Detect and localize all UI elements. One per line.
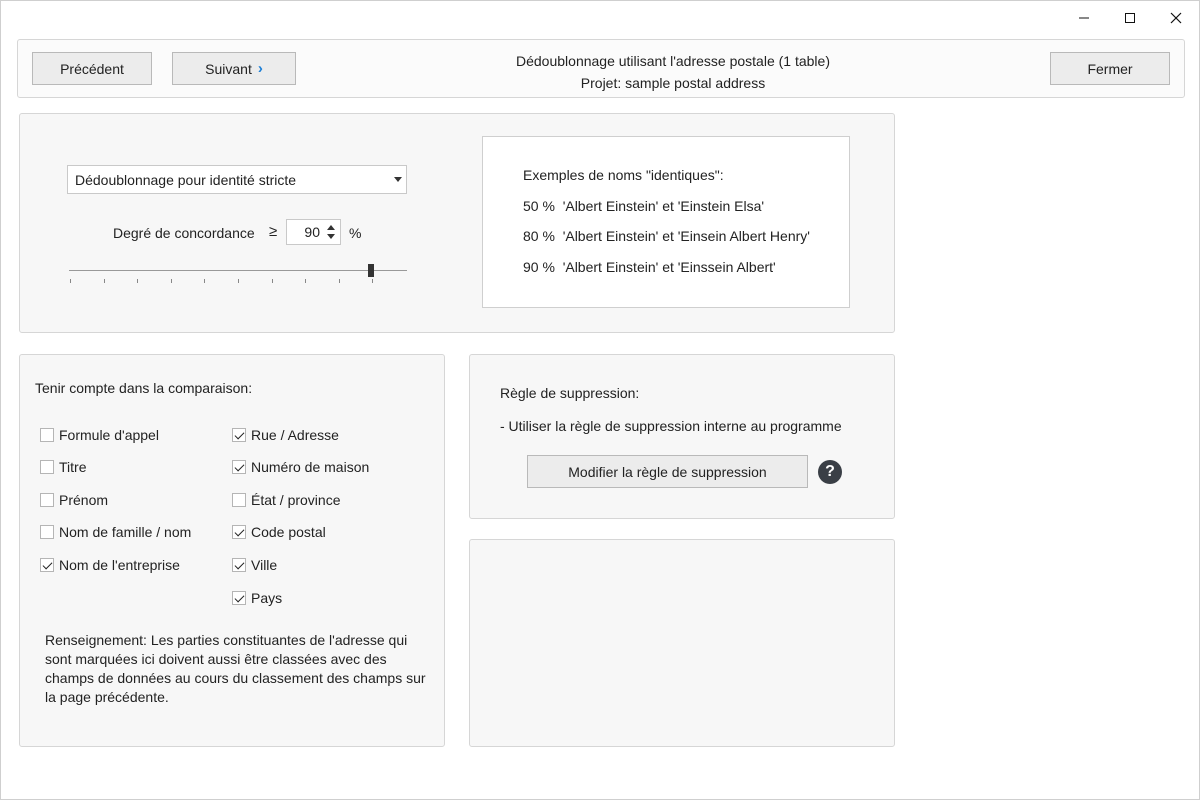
wizard-header: Précédent Suivant › Dédoublonnage utilis… [17, 39, 1185, 98]
dedup-mode-value: Dédoublonnage pour identité stricte [75, 171, 297, 188]
examples-title: Exemples de noms "identiques": [523, 167, 724, 183]
previous-button-label: Précédent [60, 60, 124, 77]
checkbox-label: Formule d'appel [59, 427, 159, 443]
match-degree-label: Degré de concordance [113, 225, 255, 241]
checkbox-label: État / province [251, 492, 341, 508]
checkbox-box[interactable] [40, 525, 54, 539]
spinner-down-icon[interactable] [327, 234, 335, 239]
chevron-down-icon [394, 177, 402, 182]
checkbox-box[interactable] [40, 428, 54, 442]
chevron-right-icon: › [257, 60, 263, 77]
checkbox-formule-appel[interactable]: Formule d'appel [40, 427, 159, 443]
slider-tick [338, 279, 340, 283]
checkbox-box[interactable] [232, 591, 246, 605]
checkbox-prenom[interactable]: Prénom [40, 492, 108, 508]
close-button-label: Fermer [1087, 60, 1133, 77]
comparison-panel: Tenir compte dans la comparaison: Formul… [19, 354, 445, 747]
examples-box: Exemples de noms "identiques": 50 % 'Alb… [482, 136, 850, 308]
slider-tick [103, 279, 105, 283]
help-glyph: ? [825, 463, 835, 480]
checkbox-box[interactable] [40, 558, 54, 572]
checkbox-label: Titre [59, 459, 87, 475]
empty-panel [469, 539, 895, 747]
checkbox-nom-entreprise[interactable]: Nom de l'entreprise [40, 557, 180, 573]
maximize-icon[interactable] [1107, 1, 1153, 35]
slider-tick [137, 279, 139, 283]
match-degree-value: 90 [304, 224, 320, 240]
checkbox-etat-province[interactable]: État / province [232, 492, 341, 508]
checkbox-label: Prénom [59, 492, 109, 508]
help-icon[interactable]: ? [818, 460, 842, 484]
matching-panel: Dédoublonnage pour identité stricte Degr… [19, 113, 895, 333]
checkbox-ville[interactable]: Ville [232, 557, 277, 573]
title-line-2: Projet: sample postal address [580, 75, 766, 91]
example-row-80: 80 % 'Albert Einstein' et 'Einsein Alber… [523, 228, 810, 244]
suppression-rule-panel: Règle de suppression: - Utiliser la règl… [469, 354, 895, 519]
slider-track [69, 270, 407, 271]
slider-tick [70, 279, 71, 283]
page-title: Dédoublonnage utilisant l'adresse postal… [438, 50, 908, 94]
next-button-label: Suivant [205, 60, 252, 77]
checkbox-box[interactable] [232, 558, 246, 572]
checkbox-box[interactable] [232, 460, 246, 474]
checkbox-label: Ville [251, 557, 278, 573]
window-controls [1061, 1, 1199, 35]
close-icon[interactable] [1153, 1, 1199, 35]
slider-tick [305, 279, 307, 283]
comparison-title: Tenir compte dans la comparaison: [35, 380, 253, 396]
checkbox-rue-adresse[interactable]: Rue / Adresse [232, 427, 339, 443]
match-degree-spinner[interactable]: 90 [286, 219, 341, 245]
example-row-50: 50 % 'Albert Einstein' et 'Einstein Elsa… [523, 198, 765, 214]
rule-title: Règle de suppression: [500, 385, 640, 401]
checkbox-box[interactable] [232, 525, 246, 539]
example-row-90: 90 % 'Albert Einstein' et 'Einssein Albe… [523, 259, 776, 275]
info-text: Renseignement: Les parties constituantes… [45, 632, 426, 705]
checkbox-box[interactable] [232, 428, 246, 442]
checkbox-label: Numéro de maison [251, 459, 370, 475]
checkbox-nom-famille[interactable]: Nom de famille / nom [40, 524, 191, 540]
spinner-up-icon[interactable] [327, 225, 335, 230]
checkbox-box[interactable] [40, 460, 54, 474]
checkbox-label: Nom de l'entreprise [59, 557, 180, 573]
slider-tick [271, 279, 273, 283]
checkbox-titre[interactable]: Titre [40, 459, 86, 475]
checkbox-label: Pays [251, 590, 283, 606]
checkbox-label: Code postal [251, 524, 326, 540]
match-degree-slider[interactable] [69, 260, 407, 284]
slider-tick [204, 279, 206, 283]
slider-tick [372, 279, 374, 283]
modify-rule-button-label: Modifier la règle de suppression [568, 463, 767, 480]
rule-text: - Utiliser la règle de suppression inter… [500, 418, 842, 434]
greater-equal-symbol: ≥ [269, 223, 278, 240]
checkbox-label: Nom de famille / nom [59, 524, 192, 540]
checkbox-code-postal[interactable]: Code postal [232, 524, 326, 540]
next-button[interactable]: Suivant › [172, 52, 296, 85]
previous-button[interactable]: Précédent [32, 52, 152, 85]
title-line-1: Dédoublonnage utilisant l'adresse postal… [516, 53, 830, 69]
modify-rule-button[interactable]: Modifier la règle de suppression [527, 455, 808, 488]
checkbox-pays[interactable]: Pays [232, 590, 282, 606]
close-button[interactable]: Fermer [1050, 52, 1170, 85]
slider-thumb[interactable] [368, 264, 375, 277]
percent-symbol: % [349, 225, 362, 241]
checkbox-numero-maison[interactable]: Numéro de maison [232, 459, 369, 475]
app-window: Précédent Suivant › Dédoublonnage utilis… [0, 0, 1200, 800]
checkbox-label: Rue / Adresse [251, 427, 339, 443]
slider-tick [238, 279, 239, 283]
checkbox-box[interactable] [40, 493, 54, 507]
minimize-icon[interactable] [1061, 1, 1107, 35]
checkbox-box[interactable] [232, 493, 246, 507]
slider-tick [170, 279, 172, 283]
dedup-mode-select[interactable]: Dédoublonnage pour identité stricte [67, 165, 407, 194]
